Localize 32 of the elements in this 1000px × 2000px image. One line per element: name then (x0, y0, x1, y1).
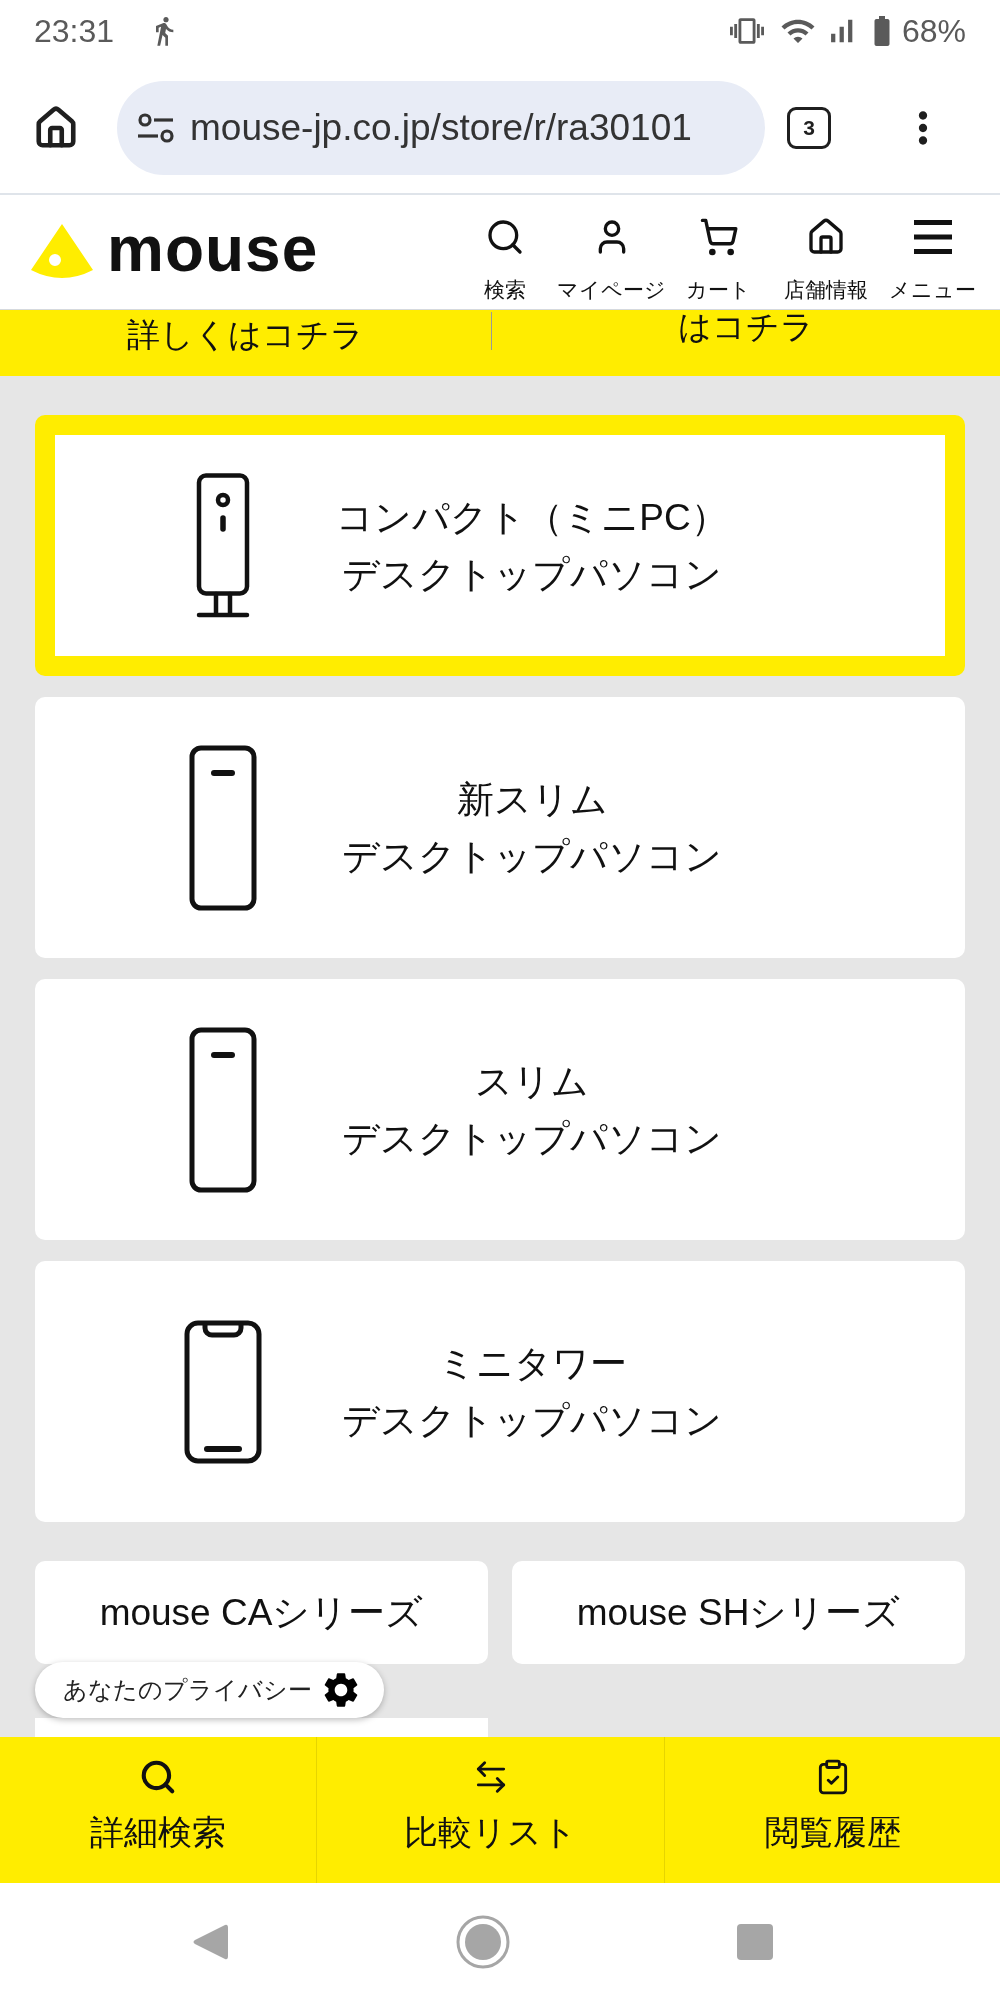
back-icon[interactable] (192, 1922, 228, 1961)
tower-pc-icon (184, 1319, 262, 1464)
category-card[interactable]: ミニタワー デスクトップパソコン (35, 1261, 965, 1522)
header-nav-item[interactable]: カート (665, 195, 772, 309)
header-nav-item[interactable]: 店舗情報 (772, 195, 879, 309)
home-icon[interactable] (33, 104, 79, 151)
slim-tower-icon (189, 744, 257, 911)
series-button[interactable]: mouse SHシリーズ (512, 1561, 965, 1664)
slim-tower-icon (189, 1026, 257, 1193)
privacy-button[interactable]: あなたのプライバシー (35, 1662, 384, 1718)
recents-icon[interactable] (737, 1923, 773, 1960)
menu-icon (913, 220, 952, 254)
banner-link[interactable]: 詳しくはコチラ (127, 316, 364, 354)
mini-pc-icon (196, 472, 250, 619)
address-bar[interactable]: mouse-jp.co.jp/store/r/ra30101 (117, 80, 765, 175)
cheese-logo-icon (31, 224, 93, 280)
series-button[interactable]: mouse CAシリーズ (35, 1561, 488, 1664)
category-card[interactable]: コンパクト（ミニPC） デスクトップパソコン (35, 415, 965, 676)
tab-count-button[interactable]: 3 (787, 106, 831, 149)
cart-icon (698, 217, 739, 257)
battery-percent: 68% (901, 15, 966, 47)
search-icon (139, 1758, 177, 1796)
header-nav-item[interactable]: メニュー (879, 195, 986, 309)
banner-link[interactable]: はコチラ (678, 310, 814, 344)
category-card[interactable]: スリム デスクトップパソコン (35, 979, 965, 1240)
bottom-nav-item[interactable]: 詳細検索 (0, 1737, 316, 1883)
category-card[interactable]: 新スリム デスクトップパソコン (35, 697, 965, 958)
logo-wordmark[interactable]: mouse (107, 217, 319, 281)
tune-icon (138, 112, 174, 143)
status-time: 23:31 (34, 15, 115, 47)
header-nav-item[interactable]: 検索 (451, 195, 558, 309)
header-nav-item[interactable]: マイページ (558, 195, 665, 309)
